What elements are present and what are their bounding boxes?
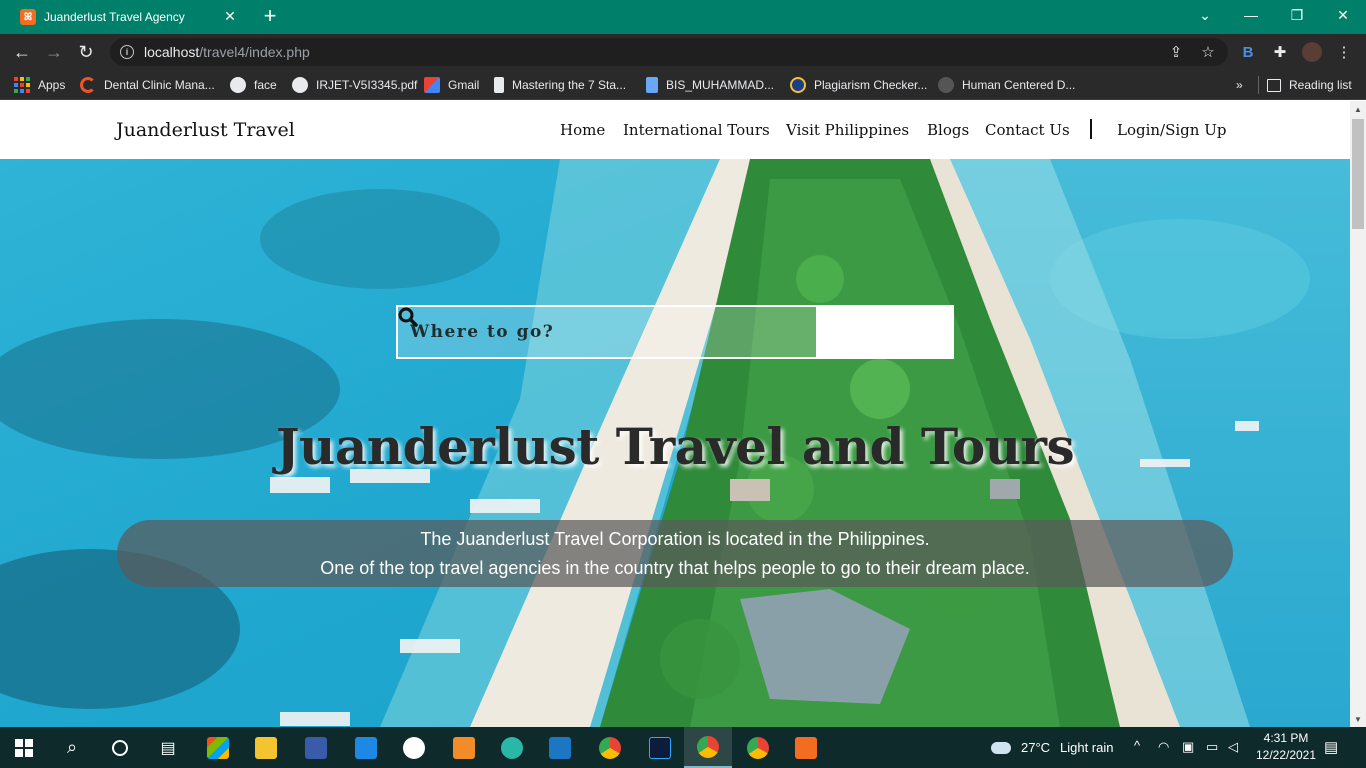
chrome-profile-icon[interactable] bbox=[684, 727, 732, 768]
bookmarks-bar: Apps Dental Clinic Mana... face IRJET-V5… bbox=[0, 70, 1366, 100]
more-bookmarks-button[interactable]: » bbox=[1236, 76, 1243, 94]
reload-icon[interactable]: ↻ bbox=[74, 40, 98, 64]
store-icon[interactable] bbox=[194, 727, 242, 768]
share-icon[interactable]: ⇪ bbox=[1166, 42, 1186, 62]
apps-grid-icon bbox=[14, 77, 30, 93]
bookmark-mastering[interactable]: Mastering the 7 Sta... bbox=[494, 76, 626, 94]
clinic-icon bbox=[80, 77, 96, 93]
bookmark-gmail[interactable]: Gmail bbox=[424, 76, 479, 94]
browser-tab[interactable]: ꕤ Juanderlust Travel Agency ✕ bbox=[8, 0, 246, 34]
chrome-icon[interactable] bbox=[586, 727, 634, 768]
gmail-icon bbox=[424, 77, 440, 93]
weather-cloud-icon[interactable] bbox=[986, 727, 1016, 768]
reading-list-button[interactable]: Reading list bbox=[1258, 76, 1352, 94]
nav-blogs[interactable]: Blogs bbox=[927, 121, 969, 139]
tab-strip: ꕤ Juanderlust Travel Agency ✕ + ⌄ — ❐ ✕ bbox=[0, 0, 1366, 34]
nav-international-tours[interactable]: International Tours bbox=[623, 121, 770, 139]
extensions-puzzle-icon[interactable]: ✚ bbox=[1270, 42, 1290, 62]
photoshop-icon[interactable] bbox=[636, 727, 684, 768]
plagiarism-icon bbox=[790, 77, 806, 93]
edge-icon[interactable] bbox=[488, 727, 536, 768]
new-tab-button[interactable]: + bbox=[258, 3, 282, 28]
close-window-button[interactable]: ✕ bbox=[1320, 0, 1366, 30]
nav-contact-us[interactable]: Contact Us bbox=[985, 121, 1070, 139]
search-icon bbox=[398, 307, 418, 327]
profile-avatar[interactable] bbox=[1302, 42, 1322, 62]
scroll-up-icon[interactable]: ▲ bbox=[1350, 101, 1366, 117]
extension-shield-icon[interactable]: B bbox=[1238, 42, 1258, 62]
clock-time[interactable]: 4:31 PM bbox=[1258, 731, 1314, 745]
nav-divider bbox=[1090, 119, 1092, 139]
bookmark-icon bbox=[494, 77, 504, 93]
caption-line-1: The Juanderlust Travel Corporation is lo… bbox=[420, 529, 930, 549]
virtualbox-icon[interactable] bbox=[536, 727, 584, 768]
volume-icon[interactable]: ◁ bbox=[1228, 739, 1238, 755]
search-form bbox=[396, 305, 954, 359]
cortana-icon[interactable] bbox=[96, 727, 144, 768]
minimize-button[interactable]: — bbox=[1228, 0, 1274, 30]
destination-search-input[interactable] bbox=[398, 307, 816, 357]
search-button[interactable] bbox=[398, 307, 952, 357]
caption-line-2: One of the top travel agencies in the co… bbox=[320, 558, 1030, 578]
nav-login-signup[interactable]: Login/Sign Up bbox=[1117, 121, 1226, 139]
notifications-icon[interactable]: ▤ bbox=[1324, 738, 1338, 756]
globe-icon bbox=[292, 77, 308, 93]
network-icon[interactable]: ▣ bbox=[1182, 739, 1194, 755]
start-icon[interactable] bbox=[0, 727, 48, 768]
task-view-icon[interactable]: ▤ bbox=[144, 727, 192, 768]
file-explorer-icon[interactable] bbox=[242, 727, 290, 768]
hero-title: Juanderlust Travel and Tours bbox=[275, 417, 1075, 476]
battery-icon[interactable]: ▭ bbox=[1206, 739, 1218, 755]
site-info-icon[interactable]: i bbox=[120, 45, 134, 59]
nav-visit-philippines[interactable]: Visit Philippines bbox=[786, 121, 909, 139]
web-page: Juanderlust Travel Home International To… bbox=[0, 101, 1350, 727]
bookmark-apps[interactable]: Apps bbox=[14, 76, 65, 94]
url-text[interactable]: localhost/travel4/index.php bbox=[144, 44, 310, 60]
back-icon[interactable]: ← bbox=[10, 40, 34, 64]
globe-icon bbox=[230, 77, 246, 93]
restore-button[interactable]: ❐ bbox=[1274, 0, 1320, 30]
xampp-icon: ꕤ bbox=[20, 9, 36, 25]
address-bar[interactable]: i localhost/travel4/index.php bbox=[110, 38, 1228, 66]
close-tab-icon[interactable]: ✕ bbox=[222, 8, 238, 24]
bookmark-bis[interactable]: BIS_MUHAMMAD... bbox=[646, 76, 774, 94]
page-scrollbar[interactable]: ▲ ▼ bbox=[1350, 101, 1366, 727]
bookmark-human-centered[interactable]: Human Centered D... bbox=[938, 76, 1075, 94]
bookmark-dental-clinic[interactable]: Dental Clinic Mana... bbox=[80, 76, 215, 94]
forward-icon[interactable]: → bbox=[42, 40, 66, 64]
reading-list-icon bbox=[1267, 78, 1281, 92]
bookmark-face[interactable]: face bbox=[230, 76, 277, 94]
site-navbar: Juanderlust Travel Home International To… bbox=[0, 101, 1350, 159]
scroll-thumb[interactable] bbox=[1352, 119, 1364, 229]
bookmark-plagiarism[interactable]: Plagiarism Checker... bbox=[790, 76, 927, 94]
wifi-icon[interactable]: ◠ bbox=[1158, 739, 1169, 755]
bookmark-irjet[interactable]: IRJET-V5I3345.pdf bbox=[292, 76, 417, 94]
weather-description[interactable]: Light rain bbox=[1060, 740, 1113, 755]
clock-date[interactable]: 12/22/2021 bbox=[1252, 748, 1320, 762]
xampp-icon[interactable] bbox=[782, 727, 830, 768]
mail-icon[interactable] bbox=[342, 727, 390, 768]
menu-kebab-icon[interactable]: ⋮ bbox=[1334, 42, 1354, 62]
tray-chevron-up-icon[interactable]: ^ bbox=[1134, 738, 1140, 753]
chrome-profile-icon[interactable] bbox=[734, 727, 782, 768]
sublime-icon[interactable] bbox=[440, 727, 488, 768]
notepad-icon[interactable] bbox=[390, 727, 438, 768]
browser-toolbar: ← → ↻ i localhost/travel4/index.php ⇪ ☆ … bbox=[0, 34, 1366, 70]
visio-icon[interactable] bbox=[292, 727, 340, 768]
nav-home[interactable]: Home bbox=[560, 121, 605, 139]
design-icon bbox=[938, 77, 954, 93]
scroll-down-icon[interactable]: ▼ bbox=[1350, 711, 1366, 727]
site-brand[interactable]: Juanderlust Travel bbox=[116, 119, 295, 141]
weather-temperature[interactable]: 27°C bbox=[1021, 740, 1050, 755]
windows-taskbar: ⌕ ▤ 27°C Light rain ^ ◠ ▣ ▭ ◁ 4:31 PM 12… bbox=[0, 727, 1366, 768]
taskbar-search-icon[interactable]: ⌕ bbox=[48, 727, 96, 768]
tab-search-icon[interactable]: ⌄ bbox=[1182, 0, 1228, 30]
hero-section: Juanderlust Travel and Tours The Juander… bbox=[0, 159, 1350, 727]
bookmark-star-icon[interactable]: ☆ bbox=[1198, 42, 1218, 62]
tab-title: Juanderlust Travel Agency bbox=[44, 10, 185, 24]
hero-caption: The Juanderlust Travel Corporation is lo… bbox=[117, 520, 1233, 587]
document-icon bbox=[646, 77, 658, 93]
